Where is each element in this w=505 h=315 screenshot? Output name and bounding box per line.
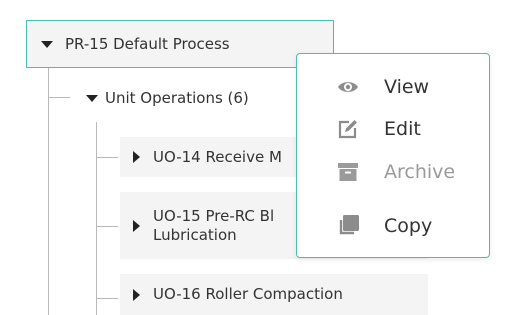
archive-icon <box>337 161 359 183</box>
tree-node-process[interactable]: PR-15 Default Process <box>26 20 334 68</box>
process-tree-view: PR-15 Default Process Unit Operations (6… <box>0 0 505 315</box>
context-menu: View Edit Archive Copy <box>296 53 490 258</box>
tree-node-unit-operations[interactable]: Unit Operations (6) <box>86 85 249 111</box>
caret-down-icon[interactable] <box>41 40 53 48</box>
tree-node-unit-operation[interactable]: UO-16 Roller Compaction <box>120 274 428 315</box>
edit-icon <box>337 118 359 140</box>
menu-item-copy[interactable]: Copy <box>297 206 489 246</box>
tree-connector-item-2 <box>96 226 118 227</box>
menu-item-label: Copy <box>384 215 433 237</box>
menu-item-view[interactable]: View <box>297 67 489 107</box>
process-label: PR-15 Default Process <box>65 35 230 53</box>
eye-icon <box>337 76 359 98</box>
menu-item-label: Edit <box>384 118 421 140</box>
unit-operation-label: UO-14 Receive M <box>153 147 282 166</box>
unit-operations-label: Unit Operations (6) <box>105 89 249 107</box>
tree-connector-group-horizontal <box>48 97 70 98</box>
tree-connector-group-vertical <box>96 122 97 315</box>
menu-item-label: View <box>384 76 430 98</box>
menu-item-archive[interactable]: Archive <box>297 152 489 192</box>
caret-right-icon[interactable] <box>133 151 140 163</box>
unit-operation-label: UO-16 Roller Compaction <box>153 285 343 303</box>
unit-operation-label: UO-15 Pre-RC Bl Lubrication <box>153 206 275 244</box>
caret-down-icon[interactable] <box>86 94 98 102</box>
tree-connector-item-1 <box>96 157 118 158</box>
copy-icon <box>337 215 359 237</box>
menu-item-edit[interactable]: Edit <box>297 109 489 149</box>
caret-right-icon[interactable] <box>133 219 140 232</box>
tree-connector-root-vertical <box>48 68 49 315</box>
caret-right-icon[interactable] <box>133 288 140 301</box>
tree-connector-item-3 <box>96 298 118 299</box>
menu-item-label: Archive <box>384 161 456 183</box>
